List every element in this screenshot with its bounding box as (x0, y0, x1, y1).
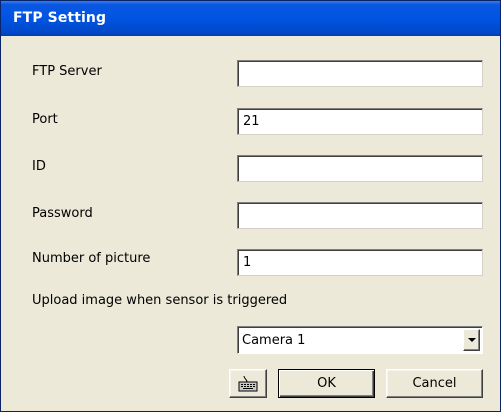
chevron-down-icon[interactable] (463, 329, 480, 351)
camera-select[interactable]: Camera 1 (237, 326, 483, 354)
ftp-server-input[interactable] (237, 60, 483, 87)
ftp-setting-dialog: FTP Setting FTP Server Port 21 ID Passwo… (0, 0, 501, 412)
title-bar[interactable]: FTP Setting (1, 1, 500, 36)
id-input[interactable] (237, 155, 483, 182)
dialog-title: FTP Setting (13, 10, 107, 26)
ok-button[interactable]: OK (278, 369, 375, 398)
port-input[interactable]: 21 (237, 108, 483, 135)
port-label: Port (32, 112, 58, 127)
number-of-picture-label: Number of picture (32, 251, 151, 266)
id-label: ID (32, 159, 46, 174)
password-label: Password (32, 206, 93, 221)
camera-select-value: Camera 1 (242, 333, 306, 348)
number-of-picture-input[interactable]: 1 (237, 249, 483, 276)
keyboard-button[interactable] (229, 369, 267, 398)
keyboard-icon (238, 375, 258, 392)
cancel-button[interactable]: Cancel (386, 369, 483, 398)
ftp-server-label: FTP Server (32, 64, 102, 79)
password-input[interactable] (237, 202, 483, 229)
upload-trigger-label: Upload image when sensor is triggered (32, 293, 288, 308)
